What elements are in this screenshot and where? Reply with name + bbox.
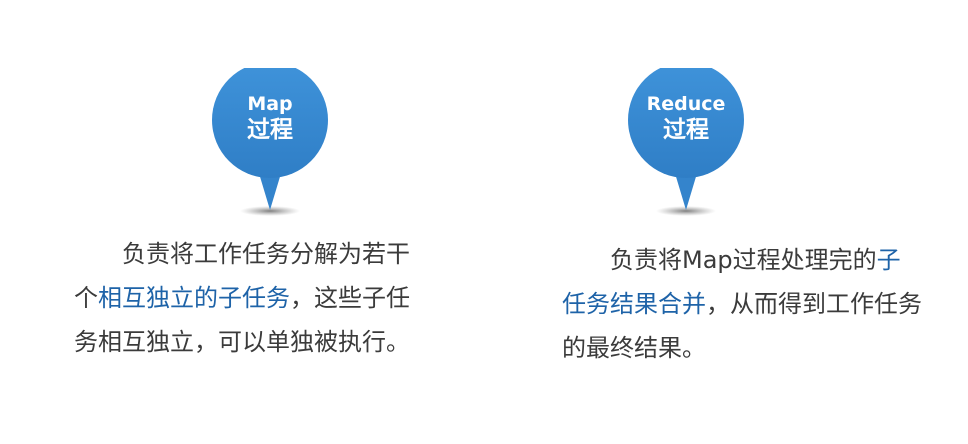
reduce-desc-text-1: 负责将Map过程处理完的	[610, 246, 877, 274]
map-desc-highlight: 相互独立的子任务	[98, 284, 290, 312]
reduce-pin-subtitle: 过程	[663, 117, 709, 143]
reduce-pin-label: Reduce 过程	[626, 92, 746, 144]
map-pin-label: Map 过程	[210, 92, 330, 144]
map-process-pin: Map 过程	[210, 68, 330, 228]
map-description: 负责将工作任务分解为若干个相互独立的子任务，这些子任务相互独立，可以单独被执行。	[74, 232, 420, 364]
map-pin-title: Map	[247, 93, 293, 115]
reduce-pin-title: Reduce	[646, 93, 726, 115]
reduce-description: 负责将Map过程处理完的子任务结果合并，从而得到工作任务的最终结果。	[562, 238, 922, 370]
reduce-process-pin: Reduce 过程	[626, 68, 746, 228]
map-pin-subtitle: 过程	[247, 117, 293, 143]
